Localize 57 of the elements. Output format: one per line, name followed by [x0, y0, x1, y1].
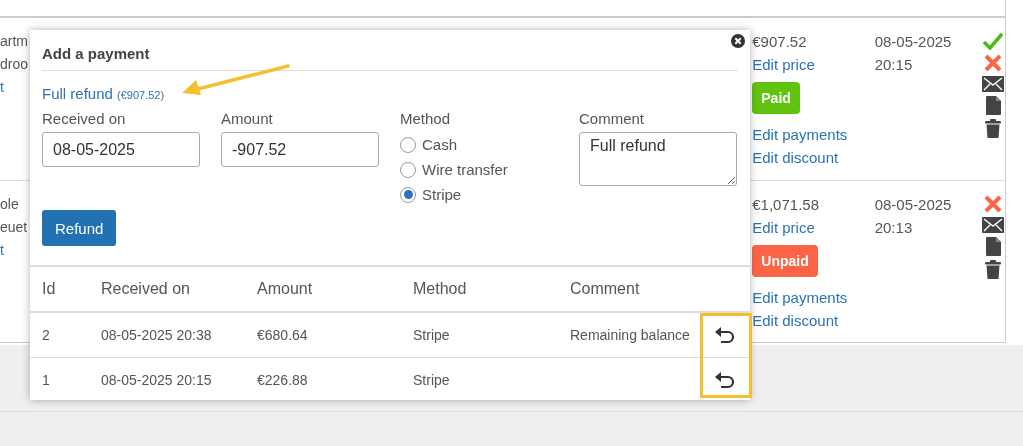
price-text: €1,071.58 — [752, 195, 820, 215]
field-label: Comment — [579, 109, 646, 129]
table-cell-text: €680.64 — [257, 327, 309, 343]
edit-payments-link[interactable]: Edit payments — [752, 123, 875, 146]
trash-icon[interactable] — [985, 119, 1002, 138]
table-cell-text: 08-05-2025 20:38 — [101, 327, 213, 343]
order-link[interactable]: t — [0, 239, 30, 262]
refund-button[interactable]: Refund — [42, 210, 117, 246]
order-name-text: euet — [0, 218, 29, 237]
column-header: Method — [413, 280, 468, 298]
table-cell: Remaining balance — [570, 327, 690, 343]
table-cell-text: Stripe — [413, 327, 451, 343]
envelope-icon[interactable] — [982, 76, 1005, 92]
column-header: Comment — [570, 280, 641, 298]
comment-input[interactable]: Full refund — [579, 132, 737, 186]
table-cell-text: 1 — [42, 372, 51, 388]
amount-input[interactable]: -907.52 — [221, 132, 379, 167]
undo-icon[interactable] — [715, 326, 735, 344]
edit-price-link[interactable]: Edit price — [752, 53, 875, 76]
edit-payments-link[interactable]: Edit payments — [752, 286, 875, 309]
status-badge: Paid — [752, 82, 800, 114]
edit-discount-link[interactable]: Edit discount — [752, 146, 875, 169]
edit-price-link[interactable]: Edit price — [752, 216, 875, 239]
field-label: Method — [400, 109, 452, 129]
column-header: Id — [42, 280, 57, 298]
edit-discount-link[interactable]: Edit discount — [752, 309, 875, 332]
table-cell-text: 08-05-2025 20:15 — [101, 372, 213, 388]
column-header: Amount — [257, 280, 314, 298]
envelope-icon[interactable] — [982, 217, 1005, 233]
date-input[interactable]: 08-05-2025 — [42, 132, 200, 167]
date-text: 08-05-2025 — [874, 32, 953, 52]
date-text: 08-05-2025 — [874, 195, 953, 215]
column-header: Received on — [101, 280, 191, 298]
table-cell-text: 2 — [42, 327, 51, 343]
radio-label: Cash — [422, 136, 458, 153]
undo-icon[interactable] — [715, 371, 735, 389]
checkmark-icon[interactable] — [983, 32, 1004, 50]
table-cell-text: Stripe — [413, 372, 451, 388]
price-text: €907.52 — [752, 32, 808, 52]
table-cell-text: €226.88 — [257, 372, 309, 388]
radio-label: Wire transfer — [422, 161, 508, 178]
close-icon[interactable] — [731, 34, 745, 48]
time-text: 20:13 — [874, 218, 914, 238]
full-refund-link[interactable]: Full refund (€907.52) — [42, 84, 165, 105]
order-link[interactable]: t — [0, 76, 30, 99]
radio-label: Stripe — [422, 186, 462, 203]
trash-icon[interactable] — [985, 260, 1002, 279]
order-name-text: artm — [0, 32, 29, 51]
order-name-text: ole — [0, 195, 20, 214]
field-label: Received on — [42, 109, 127, 129]
document-icon[interactable] — [985, 96, 1001, 115]
dialog-title: Add a payment — [42, 45, 150, 62]
field-label: Amount — [221, 109, 274, 129]
time-text: 20:15 — [874, 55, 914, 75]
document-icon[interactable] — [985, 237, 1001, 256]
status-badge: Unpaid — [752, 245, 818, 277]
order-name-text: droo — [0, 55, 30, 74]
